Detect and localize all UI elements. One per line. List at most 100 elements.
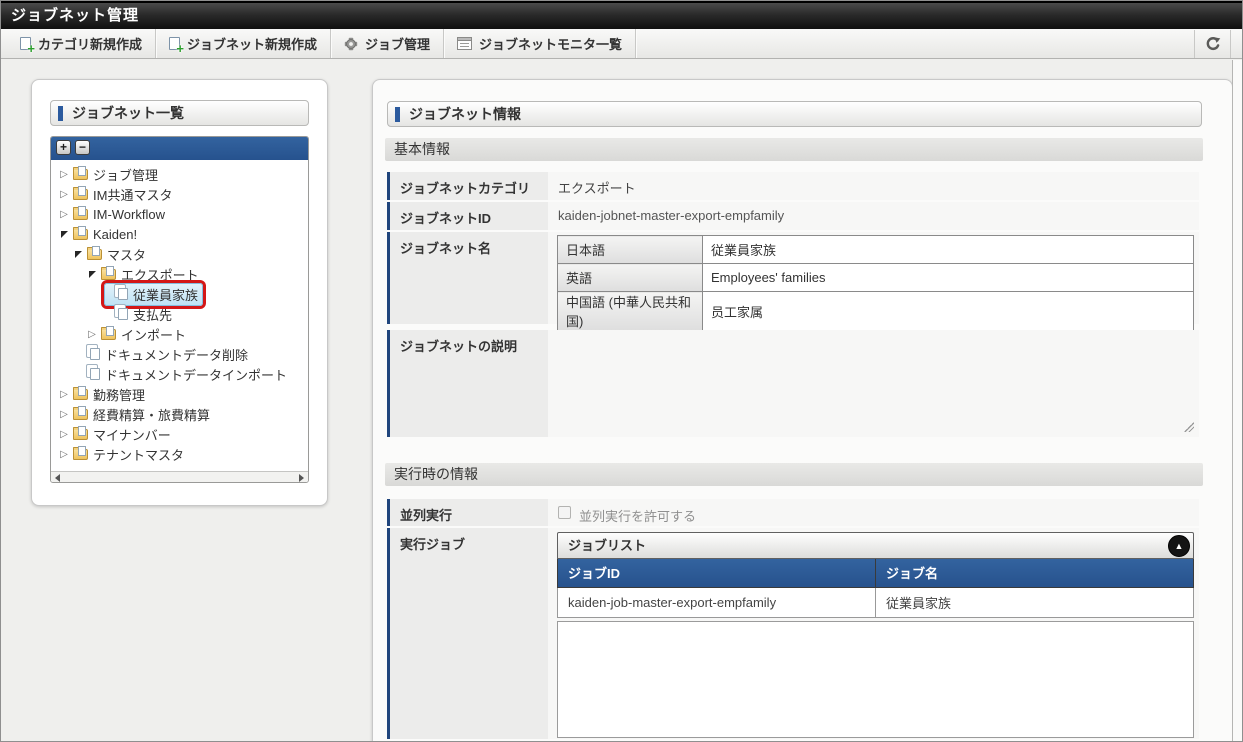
tree-item-master[interactable]: マスタ (51, 244, 308, 264)
description-row: ジョブネットの説明 (387, 330, 1199, 437)
folder-icon (73, 389, 88, 400)
jobnet-name-table: 日本語 従業員家族 英語 Employees' families 中国語 (中華… (557, 235, 1194, 331)
app-window: ジョブネット管理 カテゴリ新規作成 ジョブネット新規作成 ジョブ管理 (0, 0, 1243, 742)
table-row: 日本語 従業員家族 (558, 236, 1194, 264)
expand-icon[interactable] (57, 409, 71, 420)
document-icon (118, 308, 128, 320)
folder-icon (73, 189, 88, 200)
expand-icon[interactable] (57, 389, 71, 400)
create-category-button[interactable]: カテゴリ新規作成 (7, 29, 156, 58)
joblist-empty-area (557, 621, 1194, 738)
expand-icon[interactable] (57, 189, 71, 200)
folder-icon (73, 409, 88, 420)
jobnet-id-value: kaiden-jobnet-master-export-empfamily (558, 208, 784, 223)
jobnet-monitor-list-button[interactable]: ジョブネットモニタ一覧 (444, 29, 636, 58)
jobnet-list-header: ジョブネット一覧 (50, 100, 309, 126)
create-jobnet-button[interactable]: ジョブネット新規作成 (156, 29, 331, 58)
exec-jobs-row: 実行ジョブ ジョブリスト ジョブID ジョブ名 kaiden-job-maste… (387, 528, 1199, 739)
collapse-icon[interactable] (71, 251, 85, 258)
document-icon (118, 288, 128, 300)
exec-jobs-label: 実行ジョブ (387, 528, 548, 739)
category-value: エクスポート (558, 178, 636, 197)
resize-handle-icon[interactable] (1184, 422, 1194, 432)
collapse-icon[interactable] (57, 231, 71, 238)
table-row: 中国語 (中華人民共和国) 员工家属 (558, 292, 1194, 331)
job-name-column-header: ジョブ名 (876, 559, 1194, 587)
folder-icon (73, 429, 88, 440)
expand-icon[interactable] (57, 449, 71, 460)
jobnet-name-label: ジョブネット名 (387, 232, 548, 324)
locale-zh-value: 员工家属 (703, 292, 1194, 331)
document-add-icon (20, 37, 31, 50)
vertical-scrollbar[interactable] (1232, 60, 1243, 741)
scroll-left-icon[interactable] (55, 474, 60, 482)
create-category-label: カテゴリ新規作成 (38, 34, 142, 53)
collapse-icon[interactable] (85, 271, 99, 278)
folder-icon (101, 329, 116, 340)
tree-item-document-data-delete[interactable]: ドキュメントデータ削除 (51, 344, 308, 364)
joblist-table: ジョブID ジョブ名 kaiden-job-master-export-empf… (557, 559, 1194, 618)
table-row[interactable]: kaiden-job-master-export-empfamily 従業員家族 (558, 587, 1194, 617)
collapse-all-button[interactable]: − (75, 140, 90, 155)
locale-ja-value: 従業員家族 (703, 236, 1194, 264)
refresh-icon (1205, 36, 1221, 52)
jobnet-id-row: ジョブネットID kaiden-jobnet-master-export-emp… (387, 202, 1199, 230)
tree-body: ジョブ管理 IM共通マスタ IM-Workflow Kaiden! (51, 160, 308, 471)
monitor-list-icon (457, 37, 472, 50)
blue-accent-bar (58, 106, 63, 121)
jobnet-tree: + − ジョブ管理 IM共通マスタ IM-Workflow (50, 136, 309, 483)
document-icon (90, 348, 100, 360)
jobnet-info-header: ジョブネット情報 (387, 101, 1202, 127)
folder-icon (87, 249, 102, 260)
locale-ja-label: 日本語 (558, 236, 703, 264)
description-label: ジョブネットの説明 (387, 330, 548, 437)
tree-item-payee[interactable]: 支払先 (51, 304, 308, 324)
expand-icon[interactable] (57, 169, 71, 180)
expand-icon[interactable] (57, 209, 71, 220)
tree-item-document-data-import[interactable]: ドキュメントデータインポート (51, 364, 308, 384)
jobnet-monitor-list-label: ジョブネットモニタ一覧 (479, 34, 622, 53)
jobnet-list-title: ジョブネット一覧 (72, 103, 184, 123)
expand-icon[interactable] (85, 329, 99, 340)
locale-en-label: 英語 (558, 264, 703, 292)
tree-item-im-workflow[interactable]: IM-Workflow (51, 204, 308, 224)
tree-item-job-management[interactable]: ジョブ管理 (51, 164, 308, 184)
job-name-cell: 従業員家族 (876, 587, 1194, 617)
folder-icon (73, 449, 88, 460)
toolbar: カテゴリ新規作成 ジョブネット新規作成 ジョブ管理 (1, 29, 1242, 59)
document-icon (90, 368, 100, 380)
joblist-header: ジョブリスト (557, 532, 1194, 559)
joblist-title: ジョブリスト (568, 538, 646, 553)
tree-horizontal-scrollbar[interactable] (51, 471, 308, 483)
tree-item-export[interactable]: エクスポート (51, 264, 308, 284)
collapse-panel-button[interactable] (1168, 535, 1190, 557)
tree-item-tenant-master[interactable]: テナントマスタ (51, 444, 308, 464)
tree-item-import[interactable]: インポート (51, 324, 308, 344)
tree-toolbar: + − (51, 137, 308, 160)
table-header-row: ジョブID ジョブ名 (558, 559, 1194, 587)
locale-en-value: Employees' families (703, 264, 1194, 292)
parallel-exec-option-label: 並列実行を許可する (579, 506, 696, 525)
folder-icon (73, 229, 88, 240)
joblist-panel: ジョブリスト ジョブID ジョブ名 kaiden-job-master-expo… (557, 532, 1194, 738)
parallel-exec-checkbox[interactable] (558, 506, 571, 519)
job-management-button[interactable]: ジョブ管理 (331, 29, 444, 58)
page-title: ジョブネット管理 (1, 1, 1242, 29)
expand-icon[interactable] (57, 429, 71, 440)
tree-item-expenses[interactable]: 経費精算・旅費精算 (51, 404, 308, 424)
tree-item-im-common-master[interactable]: IM共通マスタ (51, 184, 308, 204)
tree-item-mynumber[interactable]: マイナンバー (51, 424, 308, 444)
parallel-exec-row: 並列実行 並列実行を許可する (387, 499, 1199, 526)
refresh-button[interactable] (1194, 30, 1231, 58)
jobnet-info-panel: ジョブネット情報 基本情報 ジョブネットカテゴリ エクスポート ジョブネットID… (372, 79, 1233, 742)
jobnet-list-panel: ジョブネット一覧 + − ジョブ管理 IM共通マスタ (31, 79, 328, 506)
scroll-right-icon[interactable] (299, 474, 304, 482)
tree-item-attendance[interactable]: 勤務管理 (51, 384, 308, 404)
jobnet-id-label: ジョブネットID (387, 202, 548, 230)
expand-all-button[interactable]: + (56, 140, 71, 155)
category-row: ジョブネットカテゴリ エクスポート (387, 172, 1199, 200)
table-row: 英語 Employees' families (558, 264, 1194, 292)
job-id-cell: kaiden-job-master-export-empfamily (558, 587, 876, 617)
tree-item-employee-family[interactable]: 従業員家族 (51, 284, 308, 304)
tree-item-kaiden[interactable]: Kaiden! (51, 224, 308, 244)
